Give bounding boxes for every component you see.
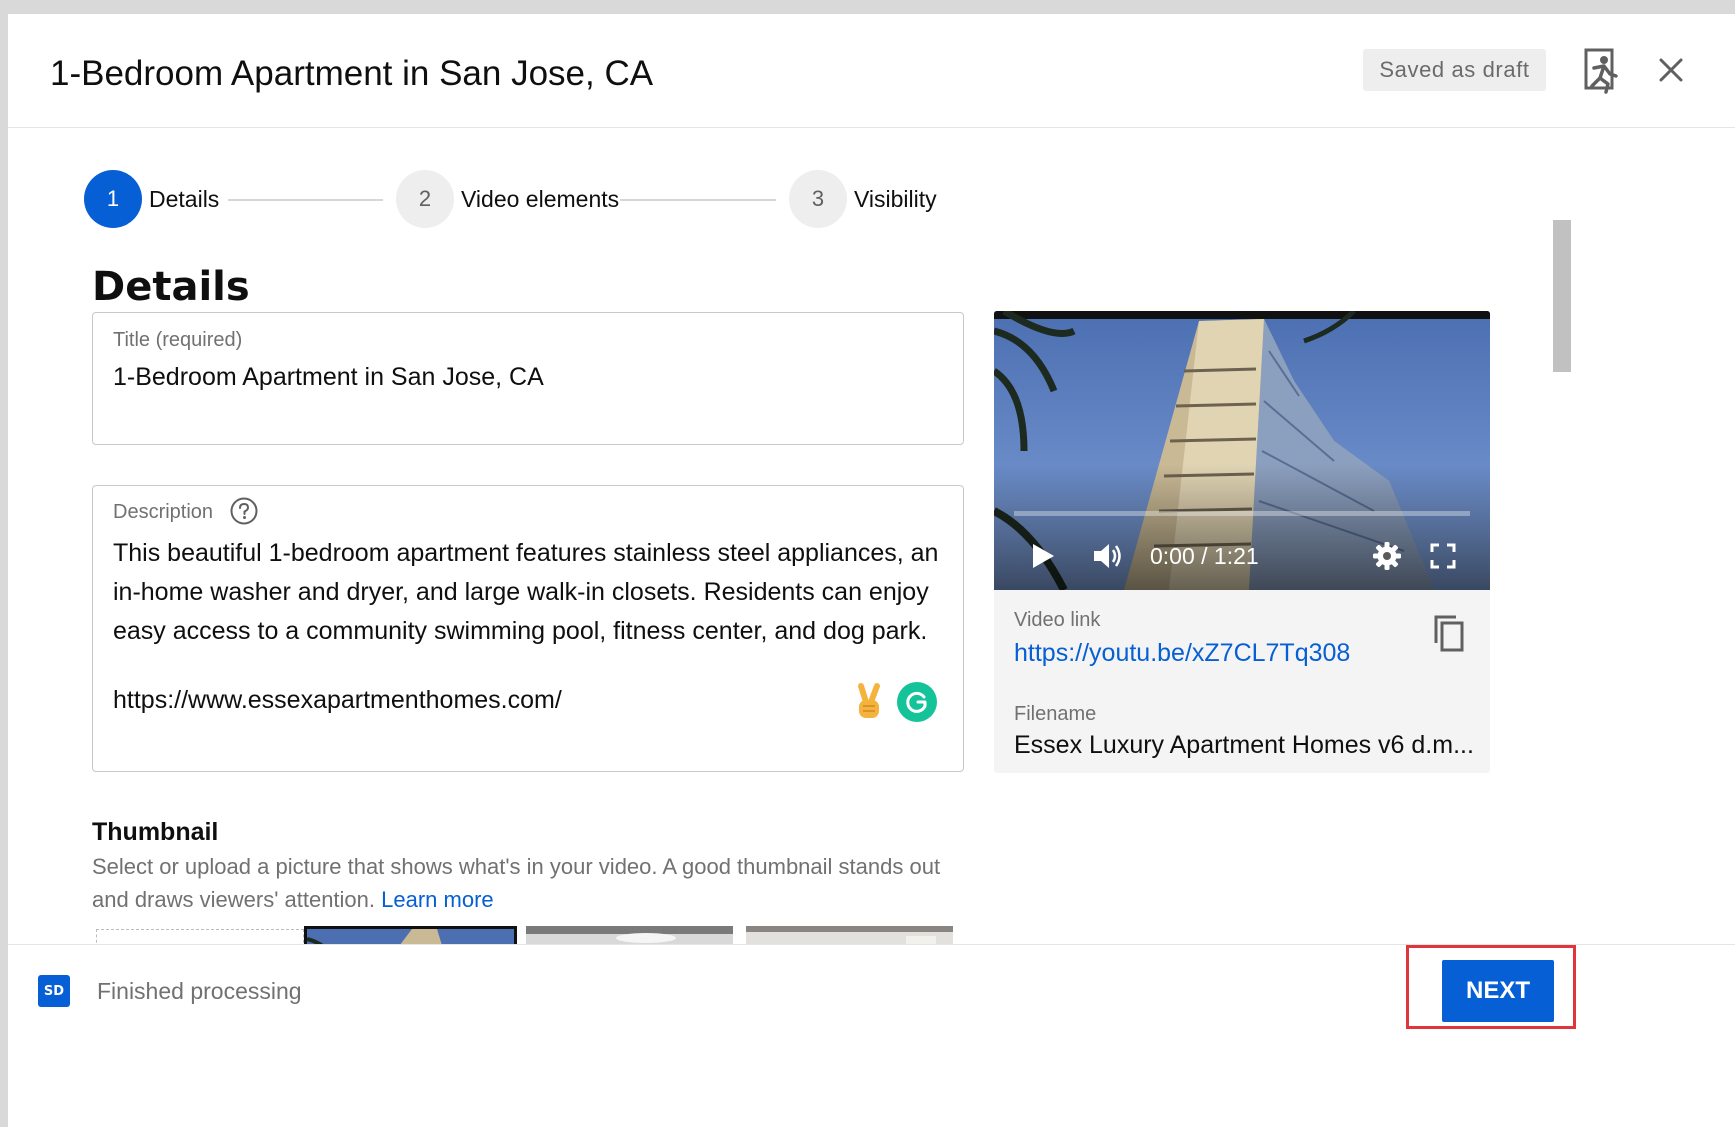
copy-icon[interactable] xyxy=(1430,613,1466,653)
play-icon[interactable] xyxy=(1030,543,1056,569)
title-input[interactable]: 1-Bedroom Apartment in San Jose, CA xyxy=(113,363,544,392)
filename-label: Filename xyxy=(1014,703,1097,725)
processing-status: Finished processing xyxy=(97,978,302,1004)
video-link[interactable]: https://youtu.be/xZ7CL7Tq308 xyxy=(1014,639,1350,668)
scrollbar[interactable] xyxy=(1553,220,1571,372)
video-preview-card: 0:00 / 1:21 Video link https://youtu.be/… xyxy=(994,311,1490,773)
step-1-circle[interactable]: 1 xyxy=(84,170,142,228)
grammarly-icon[interactable] xyxy=(897,682,937,722)
sd-quality-icon: SD xyxy=(38,975,70,1007)
video-progress-bar[interactable] xyxy=(1014,511,1470,516)
description-field[interactable]: Description This beautiful 1-bedroom apa… xyxy=(92,485,964,772)
dialog-footer: SD Finished processing NEXT xyxy=(8,944,1735,1127)
thumbnail-description-text: Select or upload a picture that shows wh… xyxy=(92,854,941,912)
draft-status-badge: Saved as draft xyxy=(1363,49,1546,91)
dialog-title: 1-Bedroom Apartment in San Jose, CA xyxy=(50,54,654,93)
step-connector xyxy=(620,199,776,201)
thumbnail-heading: Thumbnail xyxy=(92,818,219,846)
next-button[interactable]: NEXT xyxy=(1442,960,1554,1022)
learn-more-link[interactable]: Learn more xyxy=(381,887,494,912)
close-icon[interactable] xyxy=(1653,52,1689,88)
video-link-label: Video link xyxy=(1014,609,1101,631)
step-visibility-label[interactable]: Visibility xyxy=(854,186,937,213)
upload-stepper: 1 Details 2 Video elements 3 Visibility xyxy=(8,149,1108,229)
details-heading: Details xyxy=(92,264,250,310)
title-field[interactable]: Title (required) 1-Bedroom Apartment in … xyxy=(92,312,964,445)
thumbnail-description: Select or upload a picture that shows wh… xyxy=(92,850,972,916)
step-3-circle[interactable]: 3 xyxy=(789,170,847,228)
help-icon[interactable] xyxy=(229,496,259,526)
step-details-label[interactable]: Details xyxy=(149,186,219,213)
peace-hand-icon[interactable] xyxy=(849,682,889,722)
description-url[interactable]: https://www.essexapartmenthomes.com/ xyxy=(113,686,562,715)
description-field-label: Description xyxy=(113,501,214,523)
step-2-circle[interactable]: 2 xyxy=(396,170,454,228)
fullscreen-icon[interactable] xyxy=(1430,543,1456,569)
upload-dialog: 1-Bedroom Apartment in San Jose, CA Save… xyxy=(8,14,1735,1127)
volume-icon[interactable] xyxy=(1092,541,1124,571)
video-time: 0:00 / 1:21 xyxy=(1150,543,1259,569)
gear-icon[interactable] xyxy=(1372,541,1402,571)
step-video-elements-label[interactable]: Video elements xyxy=(461,186,619,213)
dialog-header: 1-Bedroom Apartment in San Jose, CA Save… xyxy=(8,14,1735,128)
description-text[interactable]: This beautiful 1-bedroom apartment featu… xyxy=(113,534,943,651)
step-connector xyxy=(228,199,383,201)
title-field-label: Title (required) xyxy=(113,329,243,351)
filename-value: Essex Luxury Apartment Homes v6 d.m... xyxy=(1014,731,1474,759)
feedback-icon[interactable] xyxy=(1580,46,1624,96)
video-player[interactable]: 0:00 / 1:21 xyxy=(994,311,1490,590)
